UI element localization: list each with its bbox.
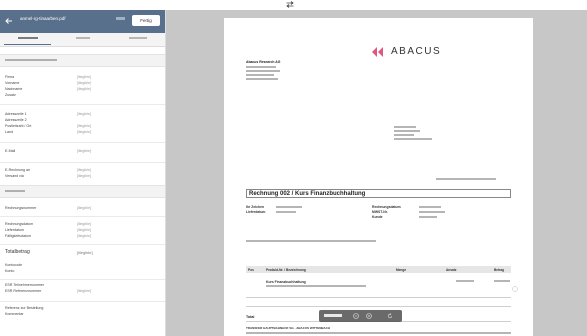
text-line xyxy=(419,206,441,208)
field-account-code[interactable]: Kontocode xyxy=(0,263,165,268)
total-value[interactable]: [illegible] xyxy=(77,250,93,255)
field-last-name[interactable]: Nachname [illegible] xyxy=(0,87,165,92)
text-line xyxy=(246,74,274,76)
section-header xyxy=(0,185,165,198)
text-line xyxy=(419,211,445,213)
field-delivery-date[interactable]: Lieferdatum [illegible] xyxy=(0,228,165,233)
tab-3[interactable] xyxy=(110,36,165,42)
page-indicator xyxy=(324,314,342,317)
field-comment[interactable]: Kommentar xyxy=(0,312,165,317)
arrow-left-icon[interactable] xyxy=(5,17,13,25)
field-order-reference[interactable]: Referenz zur Bestellung xyxy=(0,306,165,311)
done-button[interactable]: Fertig xyxy=(132,15,160,26)
table-rule xyxy=(246,306,511,307)
sender-address: Abacus Research AG xyxy=(246,60,281,64)
page-indicator xyxy=(116,17,125,20)
text-line xyxy=(394,126,416,128)
field-invoice-number[interactable]: Rechnungsnummer [illegible] xyxy=(0,206,165,211)
abacus-logo-icon xyxy=(372,47,383,57)
text-line xyxy=(419,216,437,218)
divider xyxy=(0,216,165,217)
text-line xyxy=(436,178,496,180)
field-country[interactable]: Land [illegible] xyxy=(0,130,165,135)
text-line xyxy=(276,206,302,208)
field-first-name[interactable]: Vorname [illegible] xyxy=(0,81,165,86)
field-address-1[interactable]: Adresszeile 1 [illegible] xyxy=(0,112,165,117)
meta-label: Rechnungsdatum xyxy=(372,205,401,209)
rotate-icon[interactable] xyxy=(387,313,393,319)
field-email[interactable]: E-Mail [illegible] xyxy=(0,149,165,154)
meta-label: Ihr Zeichen xyxy=(246,205,265,209)
text-line xyxy=(394,134,414,136)
text-line xyxy=(276,211,296,213)
divider xyxy=(0,279,165,280)
field-company[interactable]: Firma [illegible] xyxy=(0,75,165,80)
total-label: Totalbetrag xyxy=(5,249,30,255)
file-name: anmel-rg-tinaarben.pdf xyxy=(20,16,66,21)
tab-bar xyxy=(0,33,165,47)
zoom-out-icon[interactable] xyxy=(353,313,359,319)
company-logo: ABACUS xyxy=(372,46,472,58)
divider xyxy=(0,142,165,143)
invoice-title: Rechnung 002 / Kurs Finanzbuchhaltung xyxy=(246,189,511,198)
field-esr-participant[interactable]: ESR Teilnehmernummer xyxy=(0,283,165,288)
divider xyxy=(0,301,165,302)
text-line xyxy=(494,280,510,282)
pdf-page: ABACUS Abacus Research AG Rechnung 002 /… xyxy=(224,18,533,336)
divider xyxy=(0,104,165,105)
invoice-total-label: Total xyxy=(246,315,255,319)
meta-label: Lieferdatum xyxy=(246,210,266,214)
divider xyxy=(0,162,165,163)
table-rule xyxy=(246,297,511,298)
section-header xyxy=(0,54,165,67)
field-address-2[interactable]: Adresszeile 2 xyxy=(0,118,165,123)
zoom-in-icon[interactable] xyxy=(366,313,372,319)
text-line xyxy=(246,70,280,72)
table-header: Pos Produkt-Nr. / Bezeichnung Menge Ansa… xyxy=(246,266,511,273)
field-e-invoice[interactable]: E-Rechnung an [illegible] xyxy=(0,168,165,173)
page-toolbar xyxy=(319,310,402,322)
text-line xyxy=(246,66,276,68)
text-line xyxy=(394,138,432,140)
field-account[interactable]: Konto xyxy=(0,269,165,274)
circle-icon[interactable] xyxy=(512,286,518,292)
text-line xyxy=(266,285,366,287)
field-esr-reference[interactable]: ESR Referenznummer [illegible] xyxy=(0,289,165,294)
transfer-heading: TRANSFER HAUPTBAHNHOF SG - ABACUS WITTEN… xyxy=(246,326,331,330)
document-viewer[interactable]: ABACUS Abacus Research AG Rechnung 002 /… xyxy=(166,10,587,336)
text-line xyxy=(394,130,420,132)
field-invoice-date[interactable]: Rechnungsdatum [illegible] xyxy=(0,222,165,227)
form-panel: anmel-rg-tinaarben.pdf Fertig Firma [ill… xyxy=(0,10,166,336)
field-addition[interactable]: Zusatz xyxy=(0,93,165,98)
divider xyxy=(0,244,165,245)
field-postcode-city[interactable]: Postleitzahl / Ort [illegible] xyxy=(0,124,165,129)
meta-label: MWST-Nr. xyxy=(372,210,388,214)
text-line xyxy=(456,280,474,282)
panel-header: anmel-rg-tinaarben.pdf Fertig xyxy=(0,10,165,33)
tab-1[interactable] xyxy=(0,36,55,45)
meta-label: Kunde xyxy=(372,215,383,219)
text-line xyxy=(246,78,278,80)
line-item: Kurs Finanzbuchhaltung xyxy=(266,280,306,284)
field-send-via[interactable]: Versand via [illegible] xyxy=(0,174,165,179)
text-line xyxy=(246,332,511,334)
text-line xyxy=(246,240,376,242)
logo-text: ABACUS xyxy=(391,46,442,57)
swap-arrows-icon[interactable] xyxy=(286,1,294,8)
tab-2[interactable] xyxy=(55,36,110,42)
field-due-date[interactable]: Fälligkeitsdatum [illegible] xyxy=(0,234,165,239)
